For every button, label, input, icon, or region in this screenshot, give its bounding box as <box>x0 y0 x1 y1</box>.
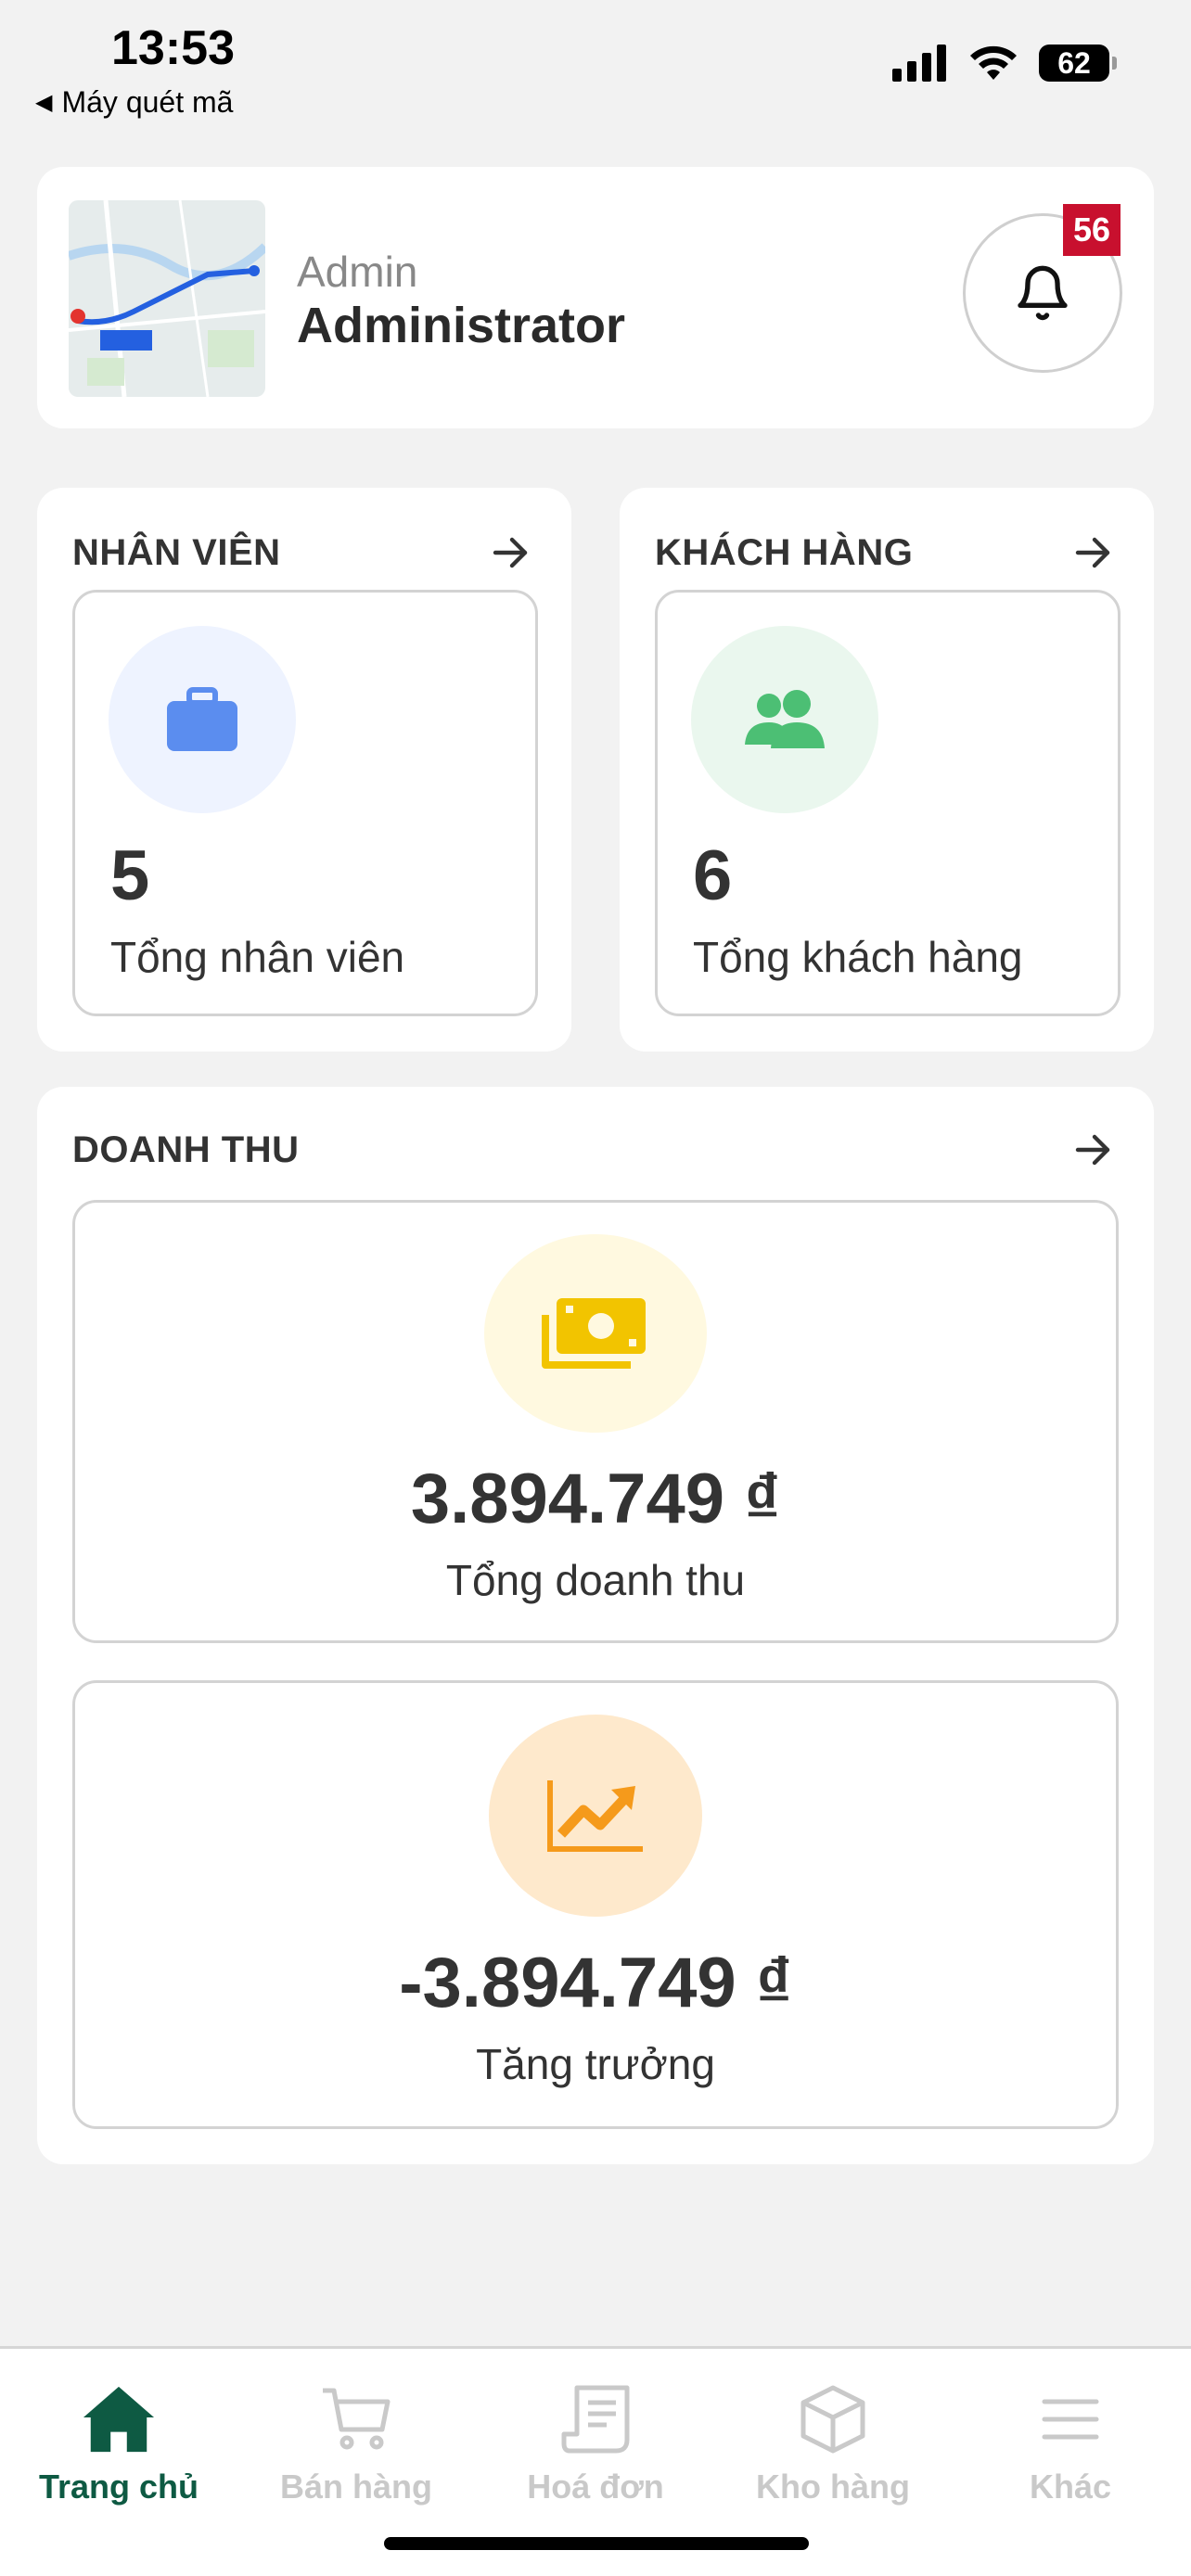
employees-title: NHÂN VIÊN <box>72 532 281 573</box>
tab-invoices[interactable]: Hoá đơn <box>493 2382 698 2506</box>
wifi-icon <box>970 45 1017 80</box>
back-triangle-icon: ◀ <box>35 90 53 115</box>
users-icon <box>745 690 825 748</box>
signal-icon <box>892 45 946 82</box>
user-role: Admin <box>297 248 418 296</box>
profile-avatar[interactable] <box>69 200 265 397</box>
user-name: Administrator <box>297 298 626 353</box>
tab-inventory-label: Kho hàng <box>756 2468 910 2506</box>
bell-icon <box>1018 265 1068 321</box>
map-thumbnail-image <box>69 200 265 397</box>
cart-icon <box>323 2388 391 2450</box>
tab-inventory[interactable]: Kho hàng <box>731 2382 935 2506</box>
employees-summary-box[interactable]: 5 Tổng nhân viên <box>72 590 538 1016</box>
notification-badge: 56 <box>1063 204 1121 256</box>
customers-arrow-icon[interactable] <box>1070 530 1115 575</box>
box-icon <box>800 2385 865 2454</box>
menu-icon <box>1042 2399 1099 2440</box>
total-revenue-box[interactable]: 3.894.749 ₫ Tổng doanh thu <box>72 1200 1119 1643</box>
status-time: 13:53 <box>111 21 235 75</box>
briefcase-icon <box>167 687 237 751</box>
home-indicator <box>384 2537 809 2550</box>
employees-card: NHÂN VIÊN 5 Tổng nhân viên <box>37 488 571 1052</box>
customers-count: 6 <box>693 836 733 915</box>
total-revenue-icon-circle <box>484 1234 707 1433</box>
back-app-label: Máy quét mã <box>61 85 234 119</box>
tab-home-label: Trang chủ <box>38 2468 199 2506</box>
employees-icon-circle <box>109 626 296 813</box>
growth-icon-circle <box>489 1715 702 1917</box>
employees-label: Tổng nhân viên <box>110 933 405 981</box>
growth-value: -3.894.749 ₫ <box>399 1944 792 2022</box>
battery-icon: 62 <box>1039 45 1117 82</box>
tab-home[interactable]: Trang chủ <box>17 2382 221 2506</box>
revenue-title: DOANH THU <box>72 1129 300 1170</box>
tab-invoices-label: Hoá đơn <box>527 2468 664 2506</box>
customers-title: KHÁCH HÀNG <box>655 532 914 573</box>
growth-box[interactable]: -3.894.749 ₫ Tăng trưởng <box>72 1680 1119 2129</box>
revenue-arrow-icon[interactable] <box>1070 1128 1115 1172</box>
profile-card: Admin Administrator 56 <box>37 167 1154 428</box>
employees-arrow-icon[interactable] <box>488 530 532 575</box>
employees-count: 5 <box>110 836 150 915</box>
growth-label: Tăng trưởng <box>476 2040 715 2088</box>
status-icons: 62 <box>892 45 1117 82</box>
total-revenue-label: Tổng doanh thu <box>445 1556 746 1604</box>
tab-sales-label: Bán hàng <box>279 2468 432 2506</box>
customers-summary-box[interactable]: 6 Tổng khách hàng <box>655 590 1121 1016</box>
total-revenue-value: 3.894.749 ₫ <box>410 1460 781 1538</box>
money-icon <box>542 1298 646 1369</box>
customers-icon-circle <box>691 626 878 813</box>
revenue-card: DOANH THU 3.894.749 ₫ Tổng doanh thu -3.… <box>37 1087 1154 2164</box>
trending-up-icon <box>547 1780 643 1852</box>
tab-more-label: Khác <box>1029 2468 1112 2506</box>
tab-more[interactable]: Khác <box>968 2382 1172 2506</box>
customers-card: KHÁCH HÀNG 6 Tổng khách hàng <box>620 488 1154 1052</box>
receipt-icon <box>561 2385 630 2454</box>
customers-label: Tổng khách hàng <box>693 933 1023 981</box>
tab-sales[interactable]: Bán hàng <box>254 2382 458 2506</box>
back-to-app-link[interactable]: ◀ Máy quét mã <box>35 85 233 120</box>
home-icon <box>83 2386 155 2453</box>
status-bar: 13:53 ◀ Máy quét mã 62 <box>0 0 1191 130</box>
